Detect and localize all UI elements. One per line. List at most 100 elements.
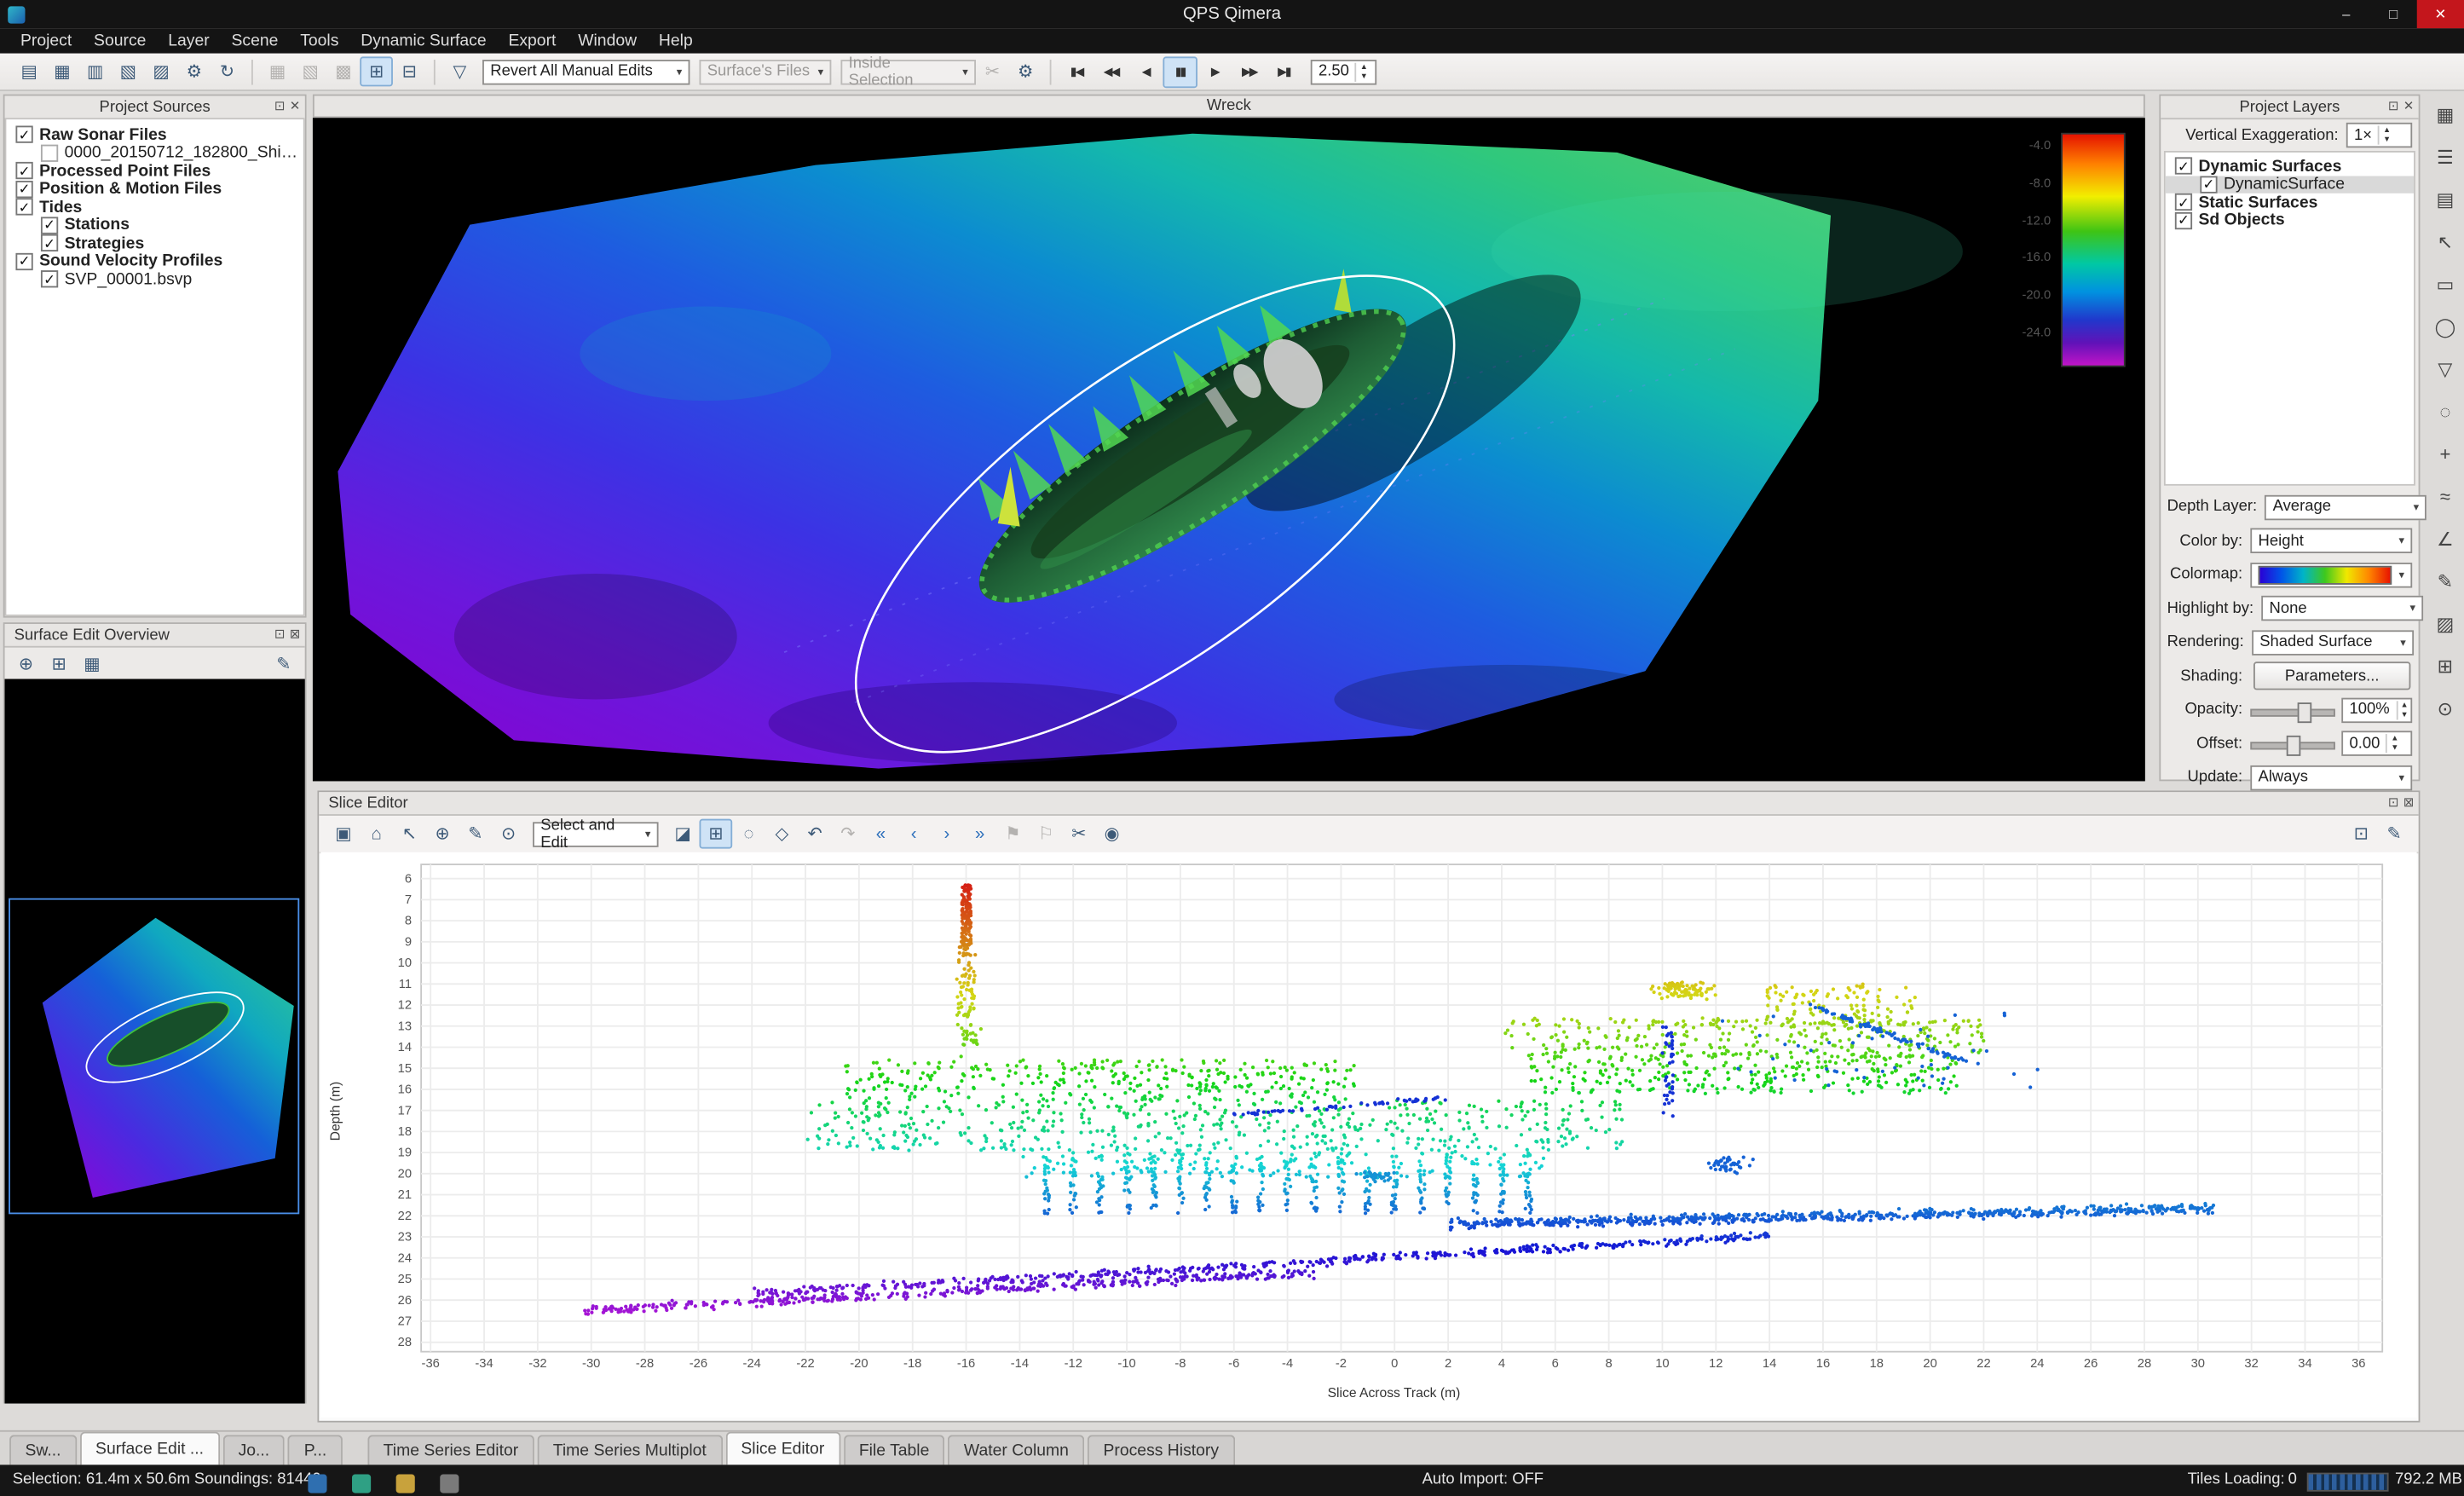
step-back-button[interactable]: ◀ [1128, 55, 1163, 87]
rendering-combo[interactable]: Shaded Surface▾ [2252, 630, 2414, 656]
menu-layer[interactable]: Layer [157, 28, 220, 54]
layer-list-icon[interactable]: ☰ [2428, 140, 2463, 175]
target-tool-icon[interactable]: ⊙ [2428, 691, 2463, 726]
play-button[interactable]: ▶ [1197, 55, 1232, 87]
menu-source[interactable]: Source [83, 28, 157, 54]
slice-tool-icon[interactable]: ⊟ [393, 56, 426, 86]
revert-edits-combo[interactable]: Revert All Manual Edits▾ [482, 59, 690, 84]
palette-tool-icon[interactable]: ▨ [2428, 607, 2463, 642]
processing-settings-icon[interactable]: ⚙ [177, 56, 211, 86]
next-selection-icon[interactable]: » [963, 819, 996, 849]
vertical-exaggeration-spinner[interactable]: 1× ▲▼ [2346, 123, 2412, 148]
inside-selection-combo-arrow[interactable]: ▾ [956, 66, 968, 78]
close-panel-icon[interactable]: ⊠ [290, 624, 300, 646]
tree-item-svp-00001-bsvp[interactable]: ✓SVP_00001.bsvp [6, 270, 303, 288]
angle-measure-tool-icon[interactable]: ∠ [2428, 522, 2463, 557]
wave-tool-icon[interactable]: ≈ [2428, 479, 2463, 514]
maximize-button[interactable]: □ [2369, 0, 2416, 28]
skip-to-start-button[interactable]: ▮◀ [1059, 55, 1094, 87]
slice-mode-combo-arrow[interactable]: ▾ [638, 828, 650, 840]
prev-rejected-icon[interactable]: ‹ [897, 819, 931, 849]
playback-speed-spinner[interactable]: 2.50▲▼ [1311, 59, 1376, 84]
tile-tool-icon[interactable]: ⊞ [2428, 649, 2463, 684]
tree-item-processed-point-files[interactable]: ✓Processed Point Files [6, 162, 303, 180]
tab-slice-editor[interactable]: Slice Editor [725, 1432, 840, 1465]
pan-tool-icon[interactable]: + [2428, 437, 2463, 472]
new-project-icon[interactable]: ▤ [13, 56, 46, 86]
update-combo-arrow[interactable]: ▾ [2392, 771, 2404, 784]
slice-notes-icon[interactable]: ✎ [2378, 819, 2411, 849]
tree-item-raw-sonar-files[interactable]: ✓Raw Sonar Files [6, 126, 303, 144]
tree-item-tides[interactable]: ✓Tides [6, 198, 303, 216]
pause-button[interactable]: ▮▮ [1163, 55, 1197, 87]
tree-item-stations[interactable]: ✓Stations [6, 217, 303, 234]
checkbox-dynamic-surfaces[interactable]: ✓ [2175, 158, 2192, 175]
checkbox-processed-point-files[interactable]: ✓ [15, 162, 32, 179]
overview-notes-icon[interactable]: ✎ [267, 649, 300, 679]
float-panel-icon[interactable]: ⊡ [274, 95, 285, 118]
checkbox-sound-velocity-profiles[interactable]: ✓ [15, 252, 32, 269]
tree-item-0000-20150712-182800-shipname[interactable]: ✓0000_20150712_182800_ShipName... [6, 144, 303, 162]
slice-plot[interactable]: -36-34-32-30-28-26-24-22-20-18-16-14-12-… [320, 852, 2417, 1418]
refresh-icon[interactable]: ↻ [211, 56, 244, 86]
slice-mode-combo[interactable]: Select and Edit▾ [533, 821, 659, 846]
color-by-combo-arrow[interactable]: ▾ [2392, 534, 2404, 547]
zoom-in-icon[interactable]: ⊕ [426, 819, 459, 849]
filter-edits-icon[interactable]: ▽ [443, 56, 476, 86]
add-processed-files-icon[interactable]: ▧ [112, 56, 145, 86]
highlight-by-combo[interactable]: None▾ [2261, 596, 2423, 621]
tree-item-static-surfaces[interactable]: ✓Static Surfaces [2166, 193, 2414, 211]
select-lasso-icon[interactable]: ◌ [732, 819, 765, 849]
tab-file-table[interactable]: File Table [843, 1435, 944, 1464]
menu-window[interactable]: Window [567, 28, 648, 54]
magnify-icon[interactable]: ⊙ [492, 819, 525, 849]
import-files-icon[interactable]: ▨ [145, 56, 178, 86]
taskbar-app-icon[interactable] [308, 1474, 326, 1493]
revert-edits-combo-arrow[interactable]: ▾ [670, 66, 682, 78]
menu-dynamic-surface[interactable]: Dynamic Surface [349, 28, 497, 54]
opacity-spinner[interactable]: 100%▲▼ [2341, 697, 2412, 723]
lasso-select-tool-icon[interactable]: ◌ [2428, 395, 2463, 430]
ellipse-select-tool-icon[interactable]: ◯ [2428, 309, 2463, 344]
checkbox-sd-objects[interactable]: ✓ [2175, 211, 2192, 228]
checkbox-strategies[interactable]: ✓ [41, 234, 58, 251]
export-slice-icon[interactable]: ⊡ [2345, 819, 2378, 849]
tree-item-sd-objects[interactable]: ✓Sd Objects [2166, 211, 2414, 229]
close-panel-icon[interactable]: ⊠ [2403, 792, 2414, 814]
grid-view-icon[interactable]: ▦ [2428, 97, 2463, 132]
select-rectangle-icon[interactable]: ⊞ [699, 819, 732, 849]
tree-item-sound-velocity-profiles[interactable]: ✓Sound Velocity Profiles [6, 252, 303, 270]
profile-view-icon[interactable]: ▤ [2428, 182, 2463, 217]
pointer-icon[interactable]: ↖ [393, 819, 426, 849]
skip-to-end-button[interactable]: ▶▮ [1267, 55, 1301, 87]
edit-options-icon[interactable]: ⚙ [1009, 56, 1042, 86]
colormap-combo[interactable]: ▾ [2250, 563, 2412, 588]
close-panel-icon[interactable]: ✕ [2403, 95, 2414, 118]
surface-edit-overview-map[interactable] [5, 679, 305, 1404]
taskbar-app-icon[interactable] [440, 1474, 459, 1493]
prev-selection-icon[interactable]: « [864, 819, 897, 849]
rendering-combo-arrow[interactable]: ▾ [2394, 636, 2406, 649]
float-panel-icon[interactable]: ⊡ [2388, 95, 2398, 118]
checkbox-svp-00001-bsvp[interactable]: ✓ [41, 271, 58, 288]
highlight-by-combo-arrow[interactable]: ▾ [2403, 603, 2415, 615]
zoom-extents-icon[interactable]: ⊕ [9, 649, 43, 679]
opacity-slider[interactable] [2250, 699, 2335, 721]
annotate-tool-icon[interactable]: ✎ [2428, 564, 2463, 599]
menu-project[interactable]: Project [9, 28, 83, 54]
checkbox-static-surfaces[interactable]: ✓ [2175, 193, 2192, 211]
surfaces-files-combo[interactable]: Surface's Files▾ [699, 59, 831, 84]
tree-item-strategies[interactable]: ✓Strategies [6, 234, 303, 252]
screenshot-icon[interactable]: ◉ [1095, 819, 1128, 849]
tab-time-series-editor[interactable]: Time Series Editor [367, 1435, 534, 1464]
split-slice-icon[interactable]: ✂ [1062, 819, 1095, 849]
inside-selection-combo[interactable]: Inside Selection▾ [840, 59, 976, 84]
menu-export[interactable]: Export [498, 28, 568, 54]
tab-process-history[interactable]: Process History [1088, 1435, 1234, 1464]
show-image-icon[interactable]: ▦ [76, 649, 109, 679]
tab-p[interactable]: P... [288, 1435, 342, 1464]
tab-time-series-multiplot[interactable]: Time Series Multiplot [537, 1435, 722, 1464]
next-rejected-icon[interactable]: › [931, 819, 964, 849]
close-panel-icon[interactable]: ✕ [290, 95, 300, 118]
open-project-icon[interactable]: ▦ [45, 56, 78, 86]
